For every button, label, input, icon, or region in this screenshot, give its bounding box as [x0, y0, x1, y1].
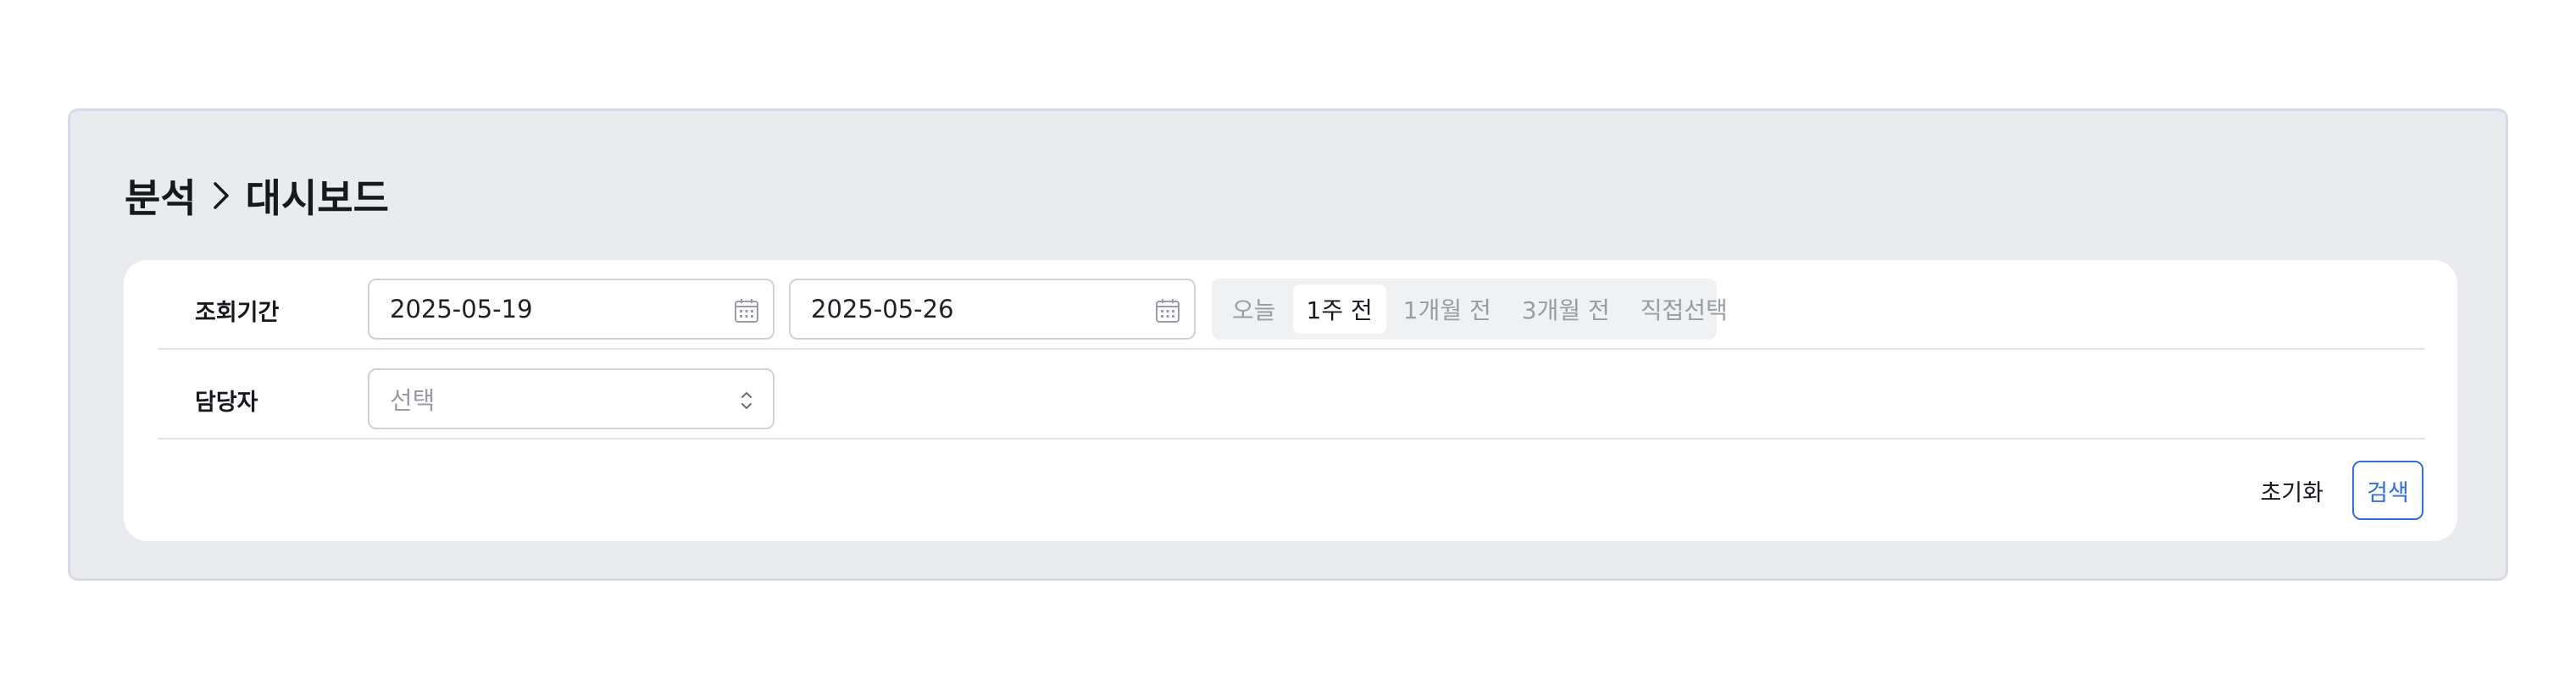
search-panel: 분석 대시보드 조회기간 2025-05-19 2025-05-26 오늘 1주…	[68, 108, 2508, 581]
up-down-chevron-icon	[732, 386, 761, 421]
calendar-icon[interactable]	[1153, 296, 1182, 331]
action-bar: 초기화 검색	[2260, 460, 2423, 521]
breadcrumb: 분석 대시보드	[125, 169, 389, 223]
end-date-value: 2025-05-26	[811, 295, 954, 323]
assignee-placeholder: 선택	[390, 386, 436, 415]
assignee-row: 담당자 선택	[158, 368, 2425, 439]
start-date-input[interactable]: 2025-05-19	[368, 279, 774, 340]
quick-range-custom[interactable]: 직접선택	[1627, 285, 1741, 334]
calendar-icon[interactable]	[732, 296, 761, 331]
assignee-label: 담당자	[195, 389, 258, 416]
search-button[interactable]: 검색	[2352, 461, 2423, 520]
quick-range-1-week[interactable]: 1주 전	[1292, 285, 1386, 334]
page-title: 대시보드	[245, 175, 389, 221]
period-row: 조회기간 2025-05-19 2025-05-26 오늘 1주 전 1개월 전…	[158, 279, 2425, 350]
period-label: 조회기간	[195, 299, 280, 326]
assignee-select[interactable]: 선택	[368, 368, 774, 429]
breadcrumb-section: 분석	[125, 175, 197, 221]
chevron-right-icon	[212, 179, 230, 213]
end-date-input[interactable]: 2025-05-26	[789, 279, 1196, 340]
quick-range-today[interactable]: 오늘	[1219, 285, 1290, 334]
filter-card: 조회기간 2025-05-19 2025-05-26 오늘 1주 전 1개월 전…	[124, 260, 2457, 541]
quick-range-3-months[interactable]: 3개월 전	[1508, 285, 1624, 334]
quick-range-1-month[interactable]: 1개월 전	[1390, 285, 1505, 334]
start-date-value: 2025-05-19	[390, 295, 533, 323]
reset-button[interactable]: 초기화	[2260, 474, 2323, 507]
quick-range-group: 오늘 1주 전 1개월 전 3개월 전 직접선택	[1212, 279, 1728, 340]
